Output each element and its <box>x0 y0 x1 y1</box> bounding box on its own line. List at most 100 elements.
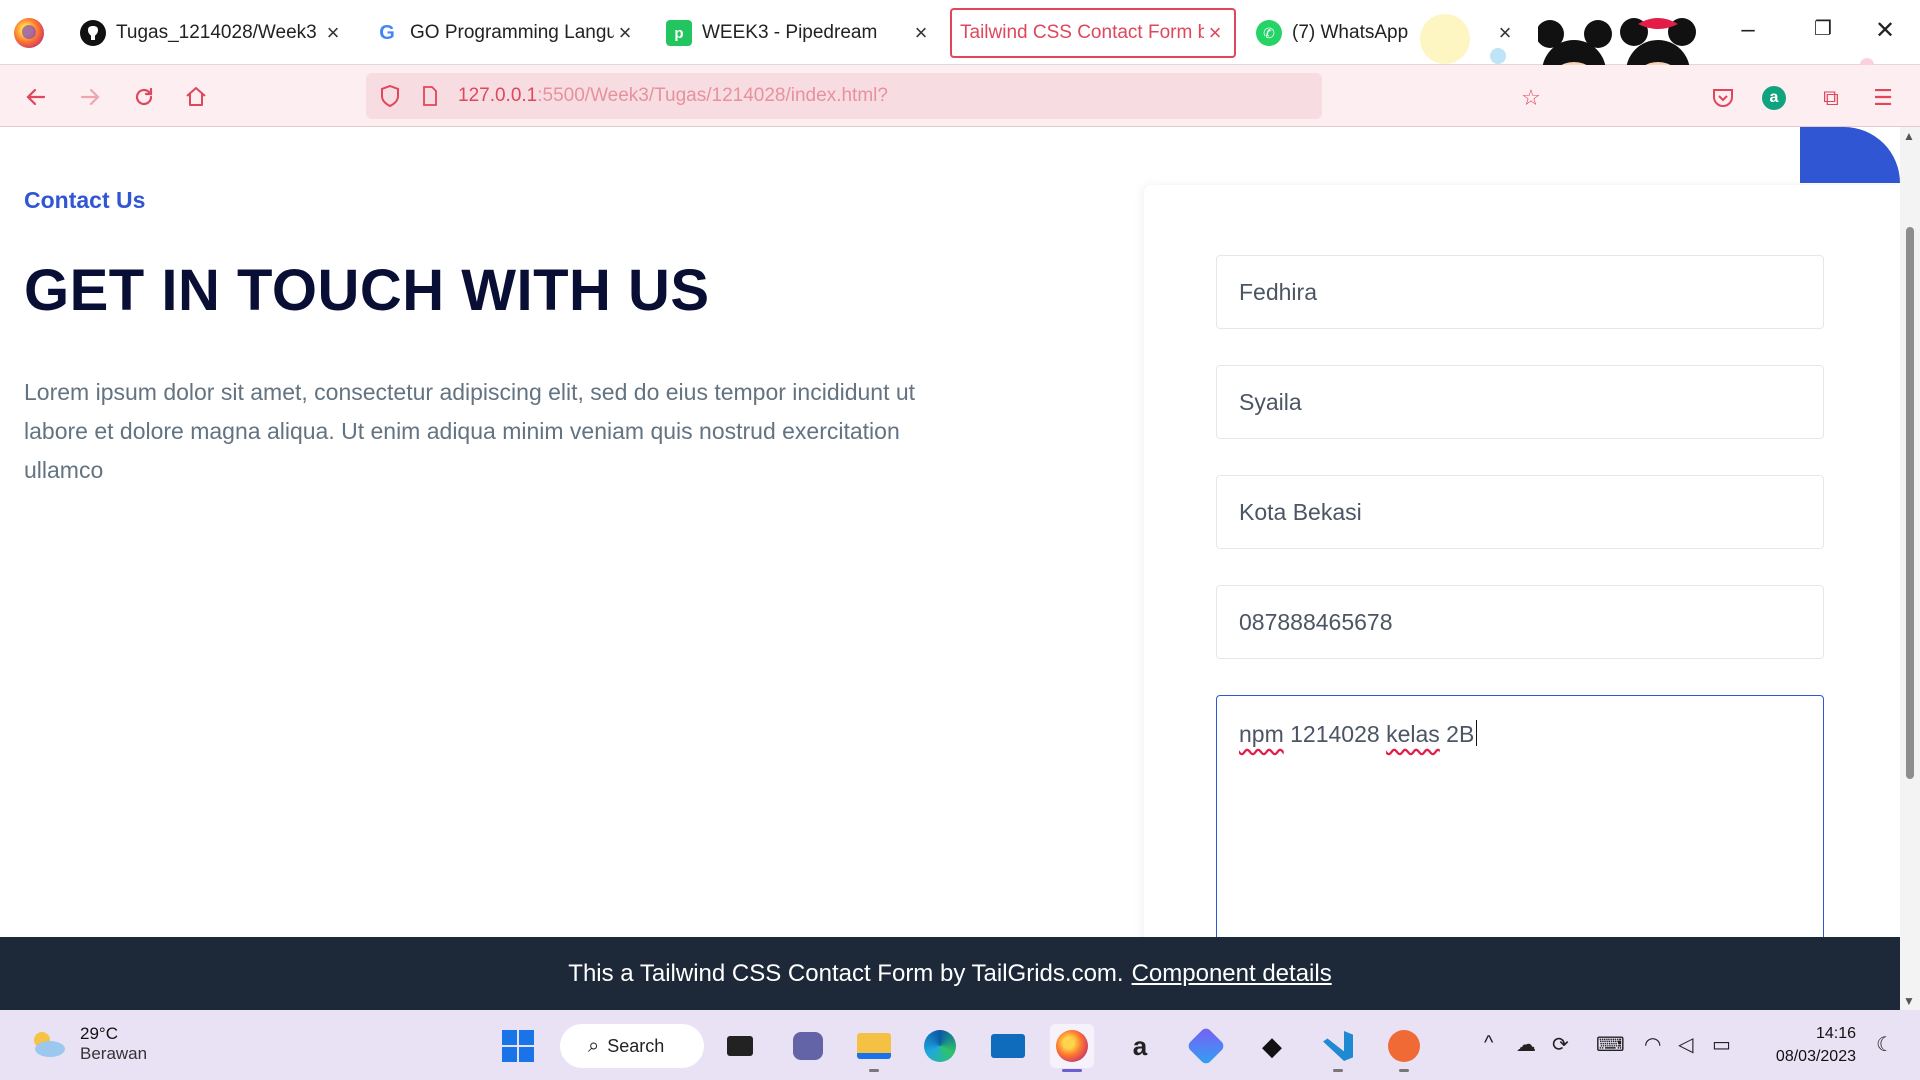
section-eyebrow: Contact Us <box>24 187 146 213</box>
input-value: 087888465678 <box>1239 608 1393 635</box>
task-view-button[interactable] <box>718 1024 762 1068</box>
volume-icon[interactable]: ◁ <box>1678 1032 1693 1057</box>
system-clock[interactable]: 14:16 08/03/2023 <box>1760 1022 1856 1068</box>
close-tab-icon[interactable]: × <box>910 20 932 46</box>
city-input[interactable]: Kota Bekasi <box>1216 475 1824 549</box>
scroll-down-icon[interactable]: ▼ <box>1903 994 1915 1008</box>
url-text: 127.0.0.1:5500/Week3/Tugas/1214028/index… <box>458 85 888 106</box>
message-text: 1214028 <box>1283 721 1387 747</box>
taskbar-search[interactable]: ⌕ Search <box>560 1024 704 1068</box>
close-tab-icon[interactable]: × <box>1494 20 1516 46</box>
theme-decoration <box>1420 14 1470 64</box>
sync-icon[interactable]: ⟳ <box>1552 1032 1569 1057</box>
back-button[interactable] <box>18 79 54 115</box>
back-arrow-icon <box>26 88 46 106</box>
battery-icon[interactable]: ▭ <box>1712 1032 1731 1057</box>
dropbox-button[interactable]: ◆ <box>1250 1024 1294 1068</box>
tab-pipedream[interactable]: p WEEK3 - Pipedream × <box>666 8 932 58</box>
firefox-menu-icon[interactable] <box>14 18 44 48</box>
amazon-icon: a <box>1132 1030 1148 1061</box>
weather-description: Berawan <box>80 1044 148 1063</box>
message-text: 2B <box>1439 721 1475 747</box>
tab-title: Tugas_1214028/Week3 at <box>116 22 322 43</box>
page-info-icon[interactable] <box>420 84 440 108</box>
clock-date: 08/03/2023 <box>1775 1048 1856 1065</box>
pen-app-icon <box>1388 1030 1420 1062</box>
input-value: Kota Bekasi <box>1239 498 1362 525</box>
home-button[interactable] <box>178 79 214 115</box>
browser-tab-strip: Tugas_1214028/Week3 at × G GO Programmin… <box>0 0 1920 104</box>
grammarly-extension-icon[interactable]: a <box>1762 86 1786 110</box>
bookmark-star-icon[interactable]: ☆ <box>1518 85 1544 111</box>
teams-chat-button[interactable] <box>786 1024 830 1068</box>
message-textarea[interactable]: npm 1214028 kelas 2B <box>1216 695 1824 937</box>
close-tab-icon[interactable]: × <box>322 20 344 46</box>
name-input[interactable]: Fedhira <box>1216 255 1824 329</box>
page-headline: GET IN TOUCH WITH US <box>24 258 710 323</box>
browser-navigation-bar: 127.0.0.1:5500/Week3/Tugas/1214028/index… <box>0 65 1920 127</box>
input-value: Fedhira <box>1239 278 1317 305</box>
weather-widget[interactable]: 29°C Berawan <box>28 1024 147 1064</box>
restore-window-icon[interactable]: ❐ <box>1808 16 1838 41</box>
reload-icon <box>135 87 153 106</box>
forward-button[interactable] <box>72 79 108 115</box>
chat-icon <box>793 1032 823 1060</box>
tab-github[interactable]: Tugas_1214028/Week3 at × <box>80 8 344 58</box>
reload-button[interactable] <box>126 79 162 115</box>
amazon-button[interactable]: a <box>1118 1024 1162 1068</box>
misspelled-word: kelas <box>1386 721 1440 747</box>
onedrive-error-icon[interactable]: ☁ <box>1516 1032 1536 1057</box>
scroll-up-icon[interactable]: ▲ <box>1903 129 1915 143</box>
tab-go-language[interactable]: G GO Programming Languag × <box>374 8 636 58</box>
tracking-protection-shield-icon[interactable] <box>378 83 402 109</box>
pipedream-icon: p <box>666 20 692 46</box>
phone-input[interactable]: 087888465678 <box>1216 585 1824 659</box>
keyboard-icon[interactable]: ⌨ <box>1596 1032 1625 1057</box>
show-hidden-icons-chevron-icon[interactable]: ^ <box>1484 1032 1493 1055</box>
firefox-icon <box>1056 1030 1088 1062</box>
edge-button[interactable] <box>918 1024 962 1068</box>
search-label: Search <box>607 1035 665 1056</box>
extensions-icon[interactable]: ⧉ <box>1818 85 1844 111</box>
scrollbar-thumb[interactable] <box>1906 227 1914 779</box>
vscode-button[interactable] <box>1316 1024 1360 1072</box>
pocket-icon[interactable] <box>1710 85 1736 111</box>
mail-icon <box>991 1034 1025 1058</box>
wifi-icon[interactable]: ◠ <box>1644 1032 1661 1057</box>
weather-temperature: 29°C <box>80 1024 118 1043</box>
cloudy-weather-icon <box>28 1030 66 1058</box>
home-icon <box>186 87 206 106</box>
copilot-button[interactable] <box>1184 1024 1228 1068</box>
file-explorer-button[interactable] <box>852 1024 896 1072</box>
google-icon: G <box>379 21 395 44</box>
copilot-icon <box>1186 1026 1226 1066</box>
close-tab-icon[interactable]: × <box>1204 20 1226 46</box>
footer-banner: This a Tailwind CSS Contact Form by Tail… <box>0 937 1900 1010</box>
close-tab-icon[interactable]: × <box>614 20 636 46</box>
tab-whatsapp[interactable]: ✆ (7) WhatsApp × <box>1256 8 1516 58</box>
address-bar[interactable]: 127.0.0.1:5500/Week3/Tugas/1214028/index… <box>366 73 1322 119</box>
email-input[interactable]: Syaila <box>1216 365 1824 439</box>
firefox-taskbar-button[interactable] <box>1050 1024 1094 1072</box>
page-scrollbar[interactable]: ▲ ▼ <box>1900 127 1920 1010</box>
github-icon <box>80 20 106 46</box>
minimize-window-icon[interactable]: – <box>1733 16 1763 44</box>
input-value: Syaila <box>1239 388 1302 415</box>
menu-hamburger-icon[interactable]: ☰ <box>1870 85 1896 111</box>
notification-moon-icon[interactable]: ☾ <box>1876 1032 1894 1057</box>
task-view-icon <box>727 1036 753 1056</box>
forward-arrow-icon <box>80 88 100 106</box>
vscode-icon <box>1323 1031 1353 1061</box>
misspelled-word: npm <box>1239 721 1284 747</box>
clock-time: 14:16 <box>1815 1025 1856 1042</box>
web-page: Contact Us GET IN TOUCH WITH US Lorem ip… <box>0 127 1900 937</box>
whatsapp-icon: ✆ <box>1256 20 1282 46</box>
start-button[interactable] <box>496 1024 540 1068</box>
component-details-link[interactable]: Component details <box>1132 960 1332 988</box>
mail-button[interactable] <box>986 1024 1030 1068</box>
close-window-icon[interactable]: ✕ <box>1870 16 1900 45</box>
tab-tailwind-contact-form[interactable]: Tailwind CSS Contact Form by × <box>950 8 1236 58</box>
dropbox-icon: ◆ <box>1262 1030 1282 1061</box>
pen-app-button[interactable] <box>1382 1024 1426 1072</box>
intro-paragraph: Lorem ipsum dolor sit amet, consectetur … <box>24 379 916 483</box>
